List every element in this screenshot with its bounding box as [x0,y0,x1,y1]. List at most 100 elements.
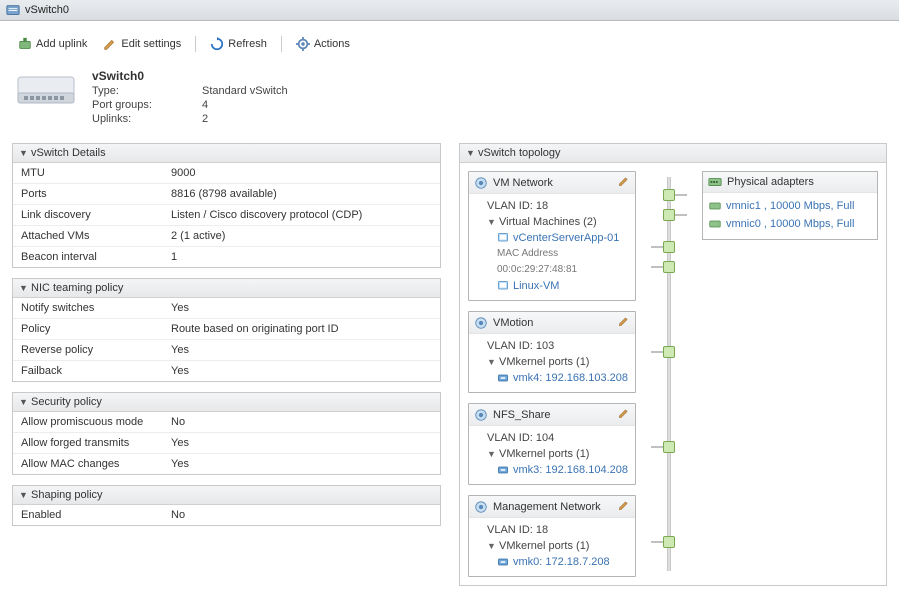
kv-key: MTU [21,167,171,179]
kv-key: Allow forged transmits [21,437,171,449]
panel-title: Security policy [31,396,102,408]
kv-row: Ports8816 (8798 available) [13,184,440,205]
portgroup-header: VM Network [469,172,635,194]
vm-icon [497,232,509,244]
kv-value: Yes [171,458,189,470]
portgroup-item[interactable]: vmk4: 192.168.103.208 [475,370,629,386]
edit-settings-button[interactable]: Edit settings [97,35,187,53]
portgroup-item[interactable]: Linux-VM [475,278,629,294]
portgroup-edit-button[interactable] [618,499,630,514]
panel-title: vSwitch topology [478,147,561,159]
vswitch-icon [6,3,20,17]
kv-key: Allow MAC changes [21,458,171,470]
vlan-label: VLAN ID: 103 [475,338,629,354]
content-area: Add uplink Edit settings Refresh Actions… [0,21,899,606]
panel-title: Shaping policy [31,489,103,501]
refresh-label: Refresh [228,38,267,50]
actions-label: Actions [314,38,350,50]
toolbar-divider [195,36,196,52]
portgroup-item[interactable]: vmk3: 192.168.104.208 [475,462,629,478]
vswitch-details-panel: ▼ vSwitch Details MTU9000Ports8816 (8798… [12,143,441,268]
kv-key: Reverse policy [21,344,171,356]
adapter-link[interactable]: vmnic0 , 10000 Mbps, Full [726,215,854,233]
summary-value: 2 [202,113,208,125]
portgroup-title: NFS_Share [493,409,613,421]
kv-key: Failback [21,365,171,377]
panel-header[interactable]: ▼ vSwitch Details [13,144,440,163]
summary-key: Type: [92,85,202,97]
summary-title: vSwitch0 [92,69,288,83]
portgroup-item[interactable]: vmk0: 172.18.7.208 [475,554,629,570]
portgroup-item-link[interactable]: vmk0: 172.18.7.208 [513,554,610,570]
pencil-icon [618,175,630,187]
security-policy-panel: ▼ Security policy Allow promiscuous mode… [12,392,441,475]
portgroup-icon [474,176,488,190]
portgroup-title: Management Network [493,501,613,513]
portgroup-body: VLAN ID: 104▼VMkernel ports (1)vmk3: 192… [469,426,635,484]
portgroup-sub-toggle[interactable]: ▼VMkernel ports (1) [475,538,629,554]
panel-header[interactable]: ▼ Security policy [13,393,440,412]
panel-header[interactable]: ▼ NIC teaming policy [13,279,440,298]
actions-button[interactable]: Actions [290,35,356,53]
add-uplink-button[interactable]: Add uplink [12,35,93,53]
kv-row: PolicyRoute based on originating port ID [13,319,440,340]
nic-teaming-panel: ▼ NIC teaming policy Notify switchesYesP… [12,278,441,382]
panel-title: vSwitch Details [31,147,106,159]
panel-header[interactable]: ▼ Shaping policy [13,486,440,505]
portgroup-header: VMotion [469,312,635,334]
collapse-icon: ▼ [466,148,474,158]
kv-value: Yes [171,365,189,377]
portgroup-edit-button[interactable] [618,407,630,422]
toolbar: Add uplink Edit settings Refresh Actions [12,31,887,63]
collapse-icon: ▼ [19,148,27,158]
summary-value: Standard vSwitch [202,85,288,97]
refresh-button[interactable]: Refresh [204,35,273,53]
portgroup-item-link[interactable]: vmk4: 192.168.103.208 [513,370,628,386]
adapters-title: Physical adapters [727,176,814,188]
portgroup-item-link[interactable]: Linux-VM [513,278,559,294]
vmk-icon [497,464,509,476]
kv-value: 8816 (8798 available) [171,188,277,200]
kv-value: Route based on originating port ID [171,323,339,335]
portgroup-icon [474,316,488,330]
portgroup-item[interactable]: vCenterServerApp-01 [475,230,629,246]
summary: vSwitch0 Type: Standard vSwitch Port gro… [12,63,887,143]
mac-address: MAC Address 00:0c:29:27:48:81 [475,246,629,278]
toolbar-divider [281,36,282,52]
pencil-icon [618,407,630,419]
kv-value: Yes [171,302,189,314]
gear-icon [296,37,310,51]
portgroup-item-link[interactable]: vmk3: 192.168.104.208 [513,462,628,478]
panel-header[interactable]: ▼ vSwitch topology [460,144,886,163]
adapter-link[interactable]: vmnic1 , 10000 Mbps, Full [726,197,854,215]
portgroup-edit-button[interactable] [618,315,630,330]
summary-value: 4 [202,99,208,111]
portgroup-card: NFS_Share VLAN ID: 104▼VMkernel ports (1)… [468,403,636,485]
kv-key: Link discovery [21,209,171,221]
add-uplink-icon [18,37,32,51]
portgroup-sublabel: Virtual Machines (2) [499,214,597,230]
kv-value: No [171,416,185,428]
kv-row: Allow forged transmitsYes [13,433,440,454]
topology-body: VM Network VLAN ID: 18 ▼Virtual Machines (… [460,163,886,585]
kv-value: 2 (1 active) [171,230,225,242]
portgroup-sub-toggle[interactable]: ▼Virtual Machines (2) [475,214,629,230]
portgroup-item-link[interactable]: vCenterServerApp-01 [513,230,619,246]
pencil-icon [103,37,117,51]
vlan-label: VLAN ID: 18 [475,522,629,538]
portgroup-title: VMotion [493,317,613,329]
adapter-item[interactable]: vmnic1 , 10000 Mbps, Full [709,197,871,215]
portgroup-icon [474,408,488,422]
portgroup-sub-toggle[interactable]: ▼VMkernel ports (1) [475,354,629,370]
window-titlebar: vSwitch0 [0,0,899,21]
portgroup-sublabel: VMkernel ports (1) [499,354,589,370]
shaping-policy-panel: ▼ Shaping policy EnabledNo [12,485,441,526]
kv-value: 1 [171,251,177,263]
portgroup-sublabel: VMkernel ports (1) [499,538,589,554]
portgroup-card: Management Network VLAN ID: 18▼VMkernel p… [468,495,636,577]
portgroup-sub-toggle[interactable]: ▼VMkernel ports (1) [475,446,629,462]
portgroup-edit-button[interactable] [618,175,630,190]
adapter-item[interactable]: vmnic0 , 10000 Mbps, Full [709,215,871,233]
kv-key: Enabled [21,509,171,521]
kv-row: FailbackYes [13,361,440,381]
